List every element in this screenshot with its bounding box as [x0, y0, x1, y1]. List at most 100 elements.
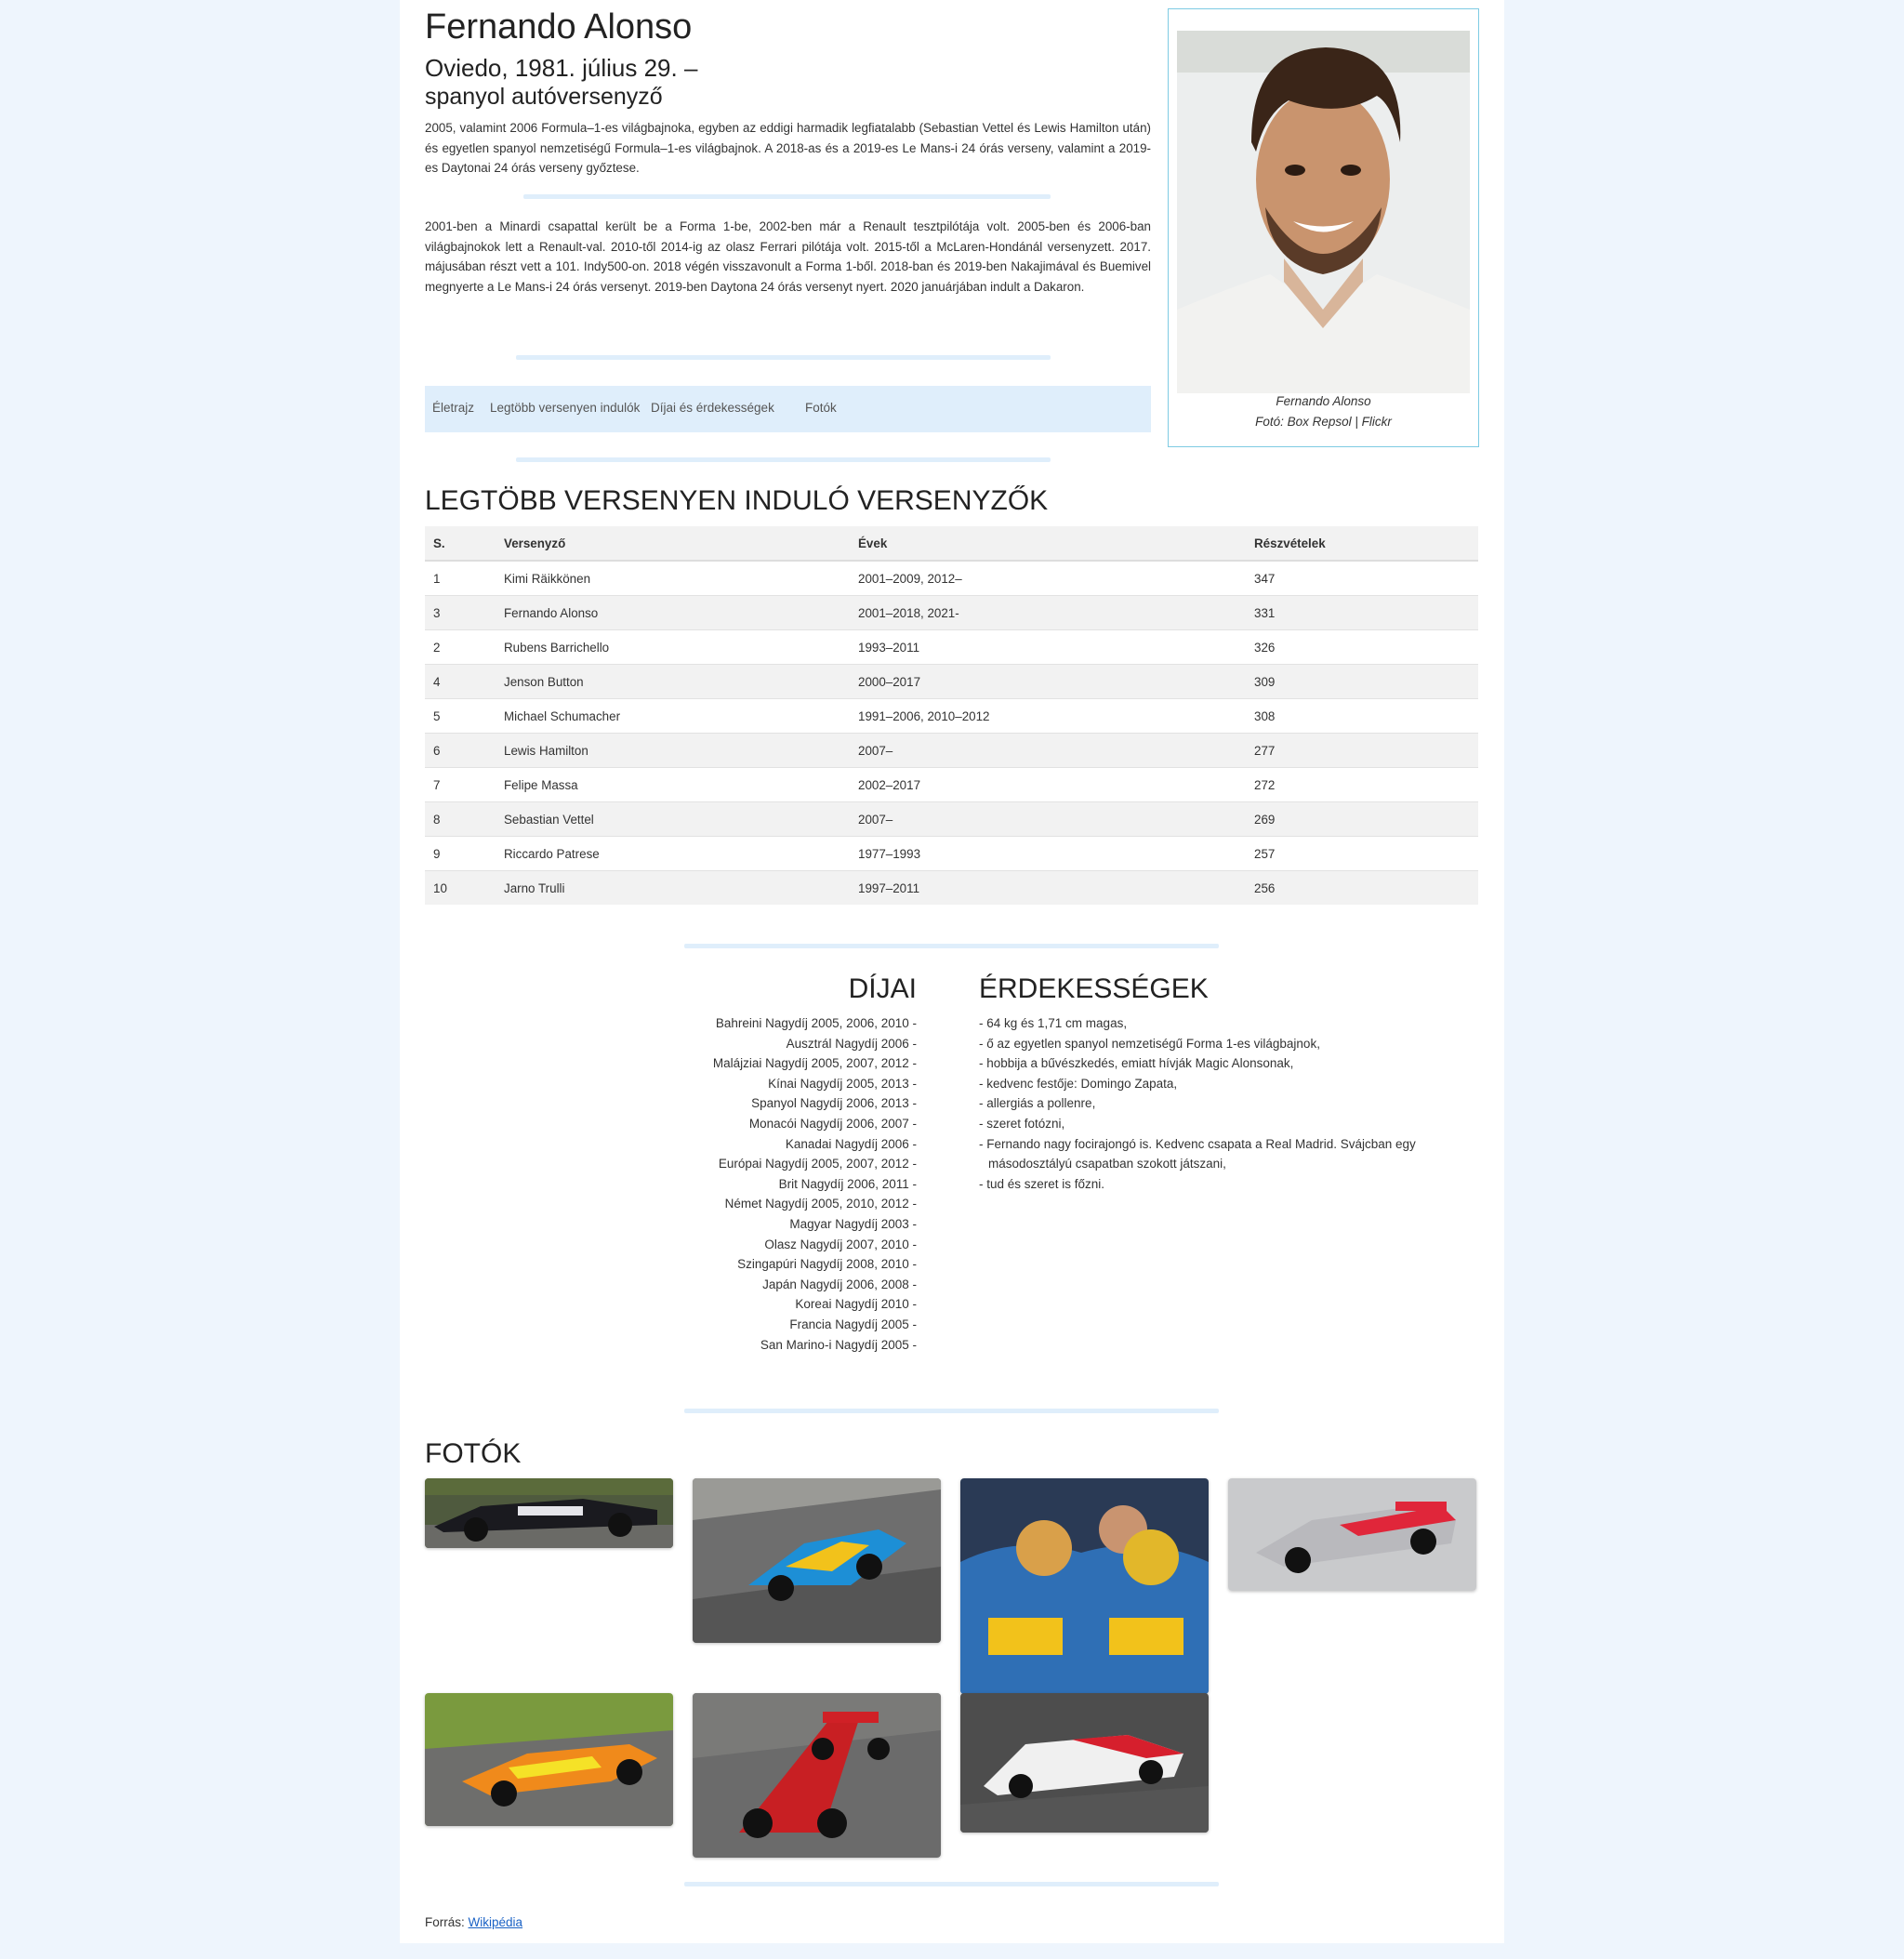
- occupation: spanyol autóversenyző: [425, 84, 663, 110]
- gallery-photo[interactable]: [425, 1693, 673, 1826]
- cell-years: 1991–2006, 2010–2012: [850, 698, 1246, 734]
- col-header-years: Évek: [850, 526, 1246, 562]
- cell-years: 1993–2011: [850, 629, 1246, 665]
- nav-link-eletrajz[interactable]: Életrajz: [432, 401, 474, 415]
- gallery-photo[interactable]: [693, 1693, 941, 1858]
- photo-credit: Fotó: Box Repsol | Flickr: [1255, 415, 1392, 429]
- nav-link-legtobb-versenyen[interactable]: Legtöbb versenyen indulók: [490, 401, 640, 415]
- award-item: Olasz Nagydíj 2007, 2010 -: [764, 1237, 917, 1251]
- col-header-rank: S.: [425, 526, 496, 562]
- renault-ing-car-image: [425, 1693, 673, 1826]
- cell-rank: 6: [425, 733, 496, 768]
- gallery-photo[interactable]: [425, 1478, 673, 1548]
- table-row: 5 Michael Schumacher 1991–2006, 2010–2012 3…: [425, 698, 1478, 734]
- cell-starts: 347: [1246, 560, 1478, 596]
- divider: [516, 457, 1051, 462]
- cell-rank: 2: [425, 629, 496, 665]
- cell-driver: Rubens Barrichello: [496, 629, 850, 665]
- awards-list: Bahreini Nagydíj 2005, 2006, 2010 - Ausz…: [679, 1013, 917, 1355]
- table-row: 2 Rubens Barrichello 1993–2011 326: [425, 629, 1478, 665]
- cell-driver: Fernando Alonso: [496, 595, 850, 630]
- divider: [684, 1409, 1219, 1413]
- divider: [523, 194, 1051, 199]
- gallery-photo[interactable]: [960, 1693, 1209, 1833]
- cell-years: 2002–2017: [850, 767, 1246, 802]
- award-item: Magyar Nagydíj 2003 -: [789, 1216, 917, 1231]
- cell-years: 2000–2017: [850, 664, 1246, 699]
- awards-title: DÍJAI: [848, 973, 917, 1004]
- gallery-photo[interactable]: [1228, 1478, 1476, 1591]
- award-item: Koreai Nagydíj 2010 -: [795, 1297, 917, 1312]
- nav-link-dijai[interactable]: Díjai és érdekességek: [651, 401, 774, 415]
- cell-starts: 331: [1246, 595, 1478, 630]
- award-item: Francia Nagydíj 2005 -: [789, 1317, 917, 1331]
- award-item: Malájziai Nagydíj 2005, 2007, 2012 -: [712, 1056, 917, 1071]
- table-row: 1 Kimi Räikkönen 2001–2009, 2012– 347: [425, 560, 1478, 596]
- facts-list: - 64 kg és 1,71 cm magas, - ő az egyetle…: [979, 1013, 1462, 1194]
- facts-title: ÉRDEKESSÉGEK: [979, 973, 1209, 1004]
- bio-text: 2001-ben a Minardi csapattal került be a…: [425, 219, 1151, 294]
- cell-driver: Jenson Button: [496, 664, 850, 699]
- award-item: Szingapúri Nagydíj 2008, 2010 -: [737, 1257, 917, 1272]
- cell-years: 1997–2011: [850, 870, 1246, 905]
- fact-item: - Fernando nagy focirajongó is. Kedvenc …: [979, 1136, 1416, 1171]
- fact-item: - tud és szeret is főzni.: [979, 1176, 1105, 1191]
- fact-item: - szeret fotózni,: [979, 1116, 1065, 1131]
- cell-years: 2001–2009, 2012–: [850, 560, 1246, 596]
- award-item: Monacói Nagydíj 2006, 2007 -: [748, 1116, 917, 1131]
- award-item: Ausztrál Nagydíj 2006 -: [786, 1036, 917, 1051]
- fact-item: - hobbija a bűvészkedés, emiatt hívják M…: [979, 1056, 1294, 1071]
- source-label: Forrás:: [425, 1915, 465, 1929]
- cell-driver: Riccardo Patrese: [496, 836, 850, 871]
- award-item: San Marino-i Nagydíj 2005 -: [760, 1337, 917, 1352]
- award-item: Bahreini Nagydíj 2005, 2006, 2010 -: [715, 1016, 917, 1030]
- photo-caption: Fernando Alonso: [1276, 394, 1371, 408]
- nav-link-fotok[interactable]: Fotók: [805, 401, 837, 415]
- fact-item: - ő az egyetlen spanyol nemzetiségű Form…: [979, 1036, 1320, 1051]
- profile-photo[interactable]: [1177, 31, 1470, 393]
- ranking-title: LEGTÖBB VERSENYEN INDULÓ VERSENYZŐK: [425, 485, 1049, 516]
- col-header-starts: Részvételek: [1246, 526, 1478, 562]
- cell-rank: 3: [425, 595, 496, 630]
- award-item: Német Nagydíj 2005, 2010, 2012 -: [724, 1197, 917, 1211]
- source-link[interactable]: Wikipédia: [469, 1915, 523, 1929]
- award-item: Japán Nagydíj 2006, 2008 -: [762, 1277, 917, 1291]
- cell-driver: Lewis Hamilton: [496, 733, 850, 768]
- table-row: 4 Jenson Button 2000–2017 309: [425, 664, 1478, 699]
- table-row: 8 Sebastian Vettel 2007– 269: [425, 801, 1478, 837]
- table-row: 9 Riccardo Patrese 1977–1993 257: [425, 836, 1478, 871]
- fact-item: - kedvenc festője: Domingo Zapata,: [979, 1076, 1178, 1091]
- gallery-photo[interactable]: [693, 1478, 941, 1643]
- gallery-photo[interactable]: [960, 1478, 1209, 1694]
- table-row: 3 Fernando Alonso 2001–2018, 2021- 331: [425, 595, 1478, 630]
- ferrari-car-image: [693, 1693, 941, 1858]
- cell-driver: Jarno Trulli: [496, 870, 850, 905]
- minardi-car-image: [425, 1478, 673, 1548]
- cell-starts: 277: [1246, 733, 1478, 768]
- profile-photo-card: Fernando Alonso Fotó: Box Repsol | Flick…: [1168, 8, 1479, 447]
- divider: [516, 355, 1051, 360]
- birth-info: Oviedo, 1981. július 29. –: [425, 54, 698, 82]
- cell-years: 2001–2018, 2021-: [850, 595, 1246, 630]
- cell-years: 2007–: [850, 733, 1246, 768]
- cell-starts: 256: [1246, 870, 1478, 905]
- award-item: Spanyol Nagydíj 2006, 2013 -: [751, 1096, 917, 1111]
- cell-starts: 326: [1246, 629, 1478, 665]
- cell-starts: 257: [1246, 836, 1478, 871]
- cell-years: 2007–: [850, 801, 1246, 837]
- intro-text: 2005, valamint 2006 Formula–1-es világba…: [425, 121, 1151, 175]
- ranking-table: S. Versenyző Évek Részvételek 1 Kimi Räik…: [425, 526, 1478, 905]
- cell-starts: 309: [1246, 664, 1478, 699]
- photos-title: FOTÓK: [425, 1438, 522, 1469]
- award-item: Brit Nagydíj 2006, 2011 -: [778, 1176, 917, 1191]
- cell-rank: 9: [425, 836, 496, 871]
- award-item: Kínai Nagydíj 2005, 2013 -: [768, 1076, 917, 1091]
- cell-rank: 8: [425, 801, 496, 837]
- divider: [684, 944, 1219, 948]
- section-nav: Életrajz Legtöbb versenyen indulók Díjai…: [425, 386, 1151, 432]
- footer-source: Forrás: Wikipédia: [425, 1915, 522, 1929]
- toyota-lemans-car-image: [960, 1693, 1209, 1833]
- table-row: 6 Lewis Hamilton 2007– 277: [425, 733, 1478, 768]
- cell-starts: 269: [1246, 801, 1478, 837]
- page-title: Fernando Alonso: [425, 7, 693, 46]
